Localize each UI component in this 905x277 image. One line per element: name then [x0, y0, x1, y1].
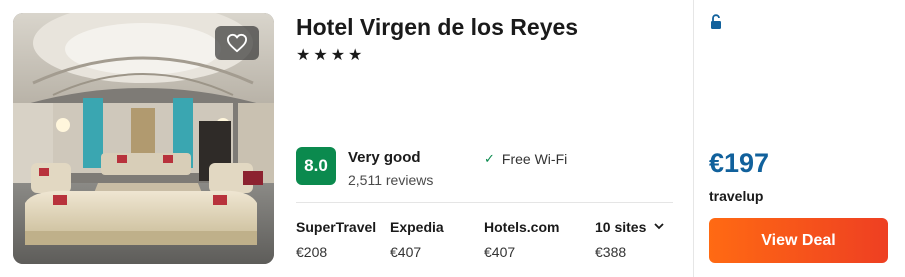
amenity-label: Free Wi-Fi	[501, 151, 568, 167]
rating-label: Very good	[348, 149, 421, 166]
price-site-name: Expedia	[390, 219, 444, 235]
price-amount: €388	[595, 244, 627, 260]
price-amount: €407	[390, 244, 422, 260]
star-rating: ★★★★	[296, 47, 366, 64]
best-price: €197	[709, 148, 770, 178]
hotel-result-card: Hotel Virgen de los Reyes ★★★★ 8.0 Very …	[0, 0, 905, 277]
price-option-hotels-com[interactable]: Hotels.com €407	[484, 219, 559, 260]
divider	[296, 202, 673, 203]
amenity-item: ✓ Free Wi-Fi	[484, 151, 567, 167]
price-site-name: SuperTravel	[296, 219, 377, 235]
price-option-expedia[interactable]: Expedia €407	[390, 219, 444, 260]
more-sites-toggle[interactable]: 10 sites	[595, 219, 665, 235]
deal-provider: travelup	[709, 188, 764, 204]
divider-vertical	[693, 0, 694, 277]
price-option-supertravel[interactable]: SuperTravel €208	[296, 219, 376, 260]
heart-icon	[227, 33, 247, 53]
review-score-badge: 8.0	[296, 147, 336, 185]
favorite-button[interactable]	[215, 26, 259, 60]
price-site-name: Hotels.com	[484, 219, 560, 235]
price-amount: €208	[296, 244, 328, 260]
more-sites-dropdown[interactable]: 10 sites €388	[595, 219, 665, 260]
review-count[interactable]: 2,511 reviews	[348, 172, 433, 188]
lock-open-icon	[710, 14, 722, 35]
view-deal-button[interactable]: View Deal	[709, 218, 888, 263]
check-icon: ✓	[484, 151, 495, 166]
price-amount: €407	[484, 244, 516, 260]
hotel-name[interactable]: Hotel Virgen de los Reyes	[296, 14, 578, 41]
chevron-down-icon	[654, 221, 665, 233]
price-site-name: 10 sites	[595, 219, 647, 235]
